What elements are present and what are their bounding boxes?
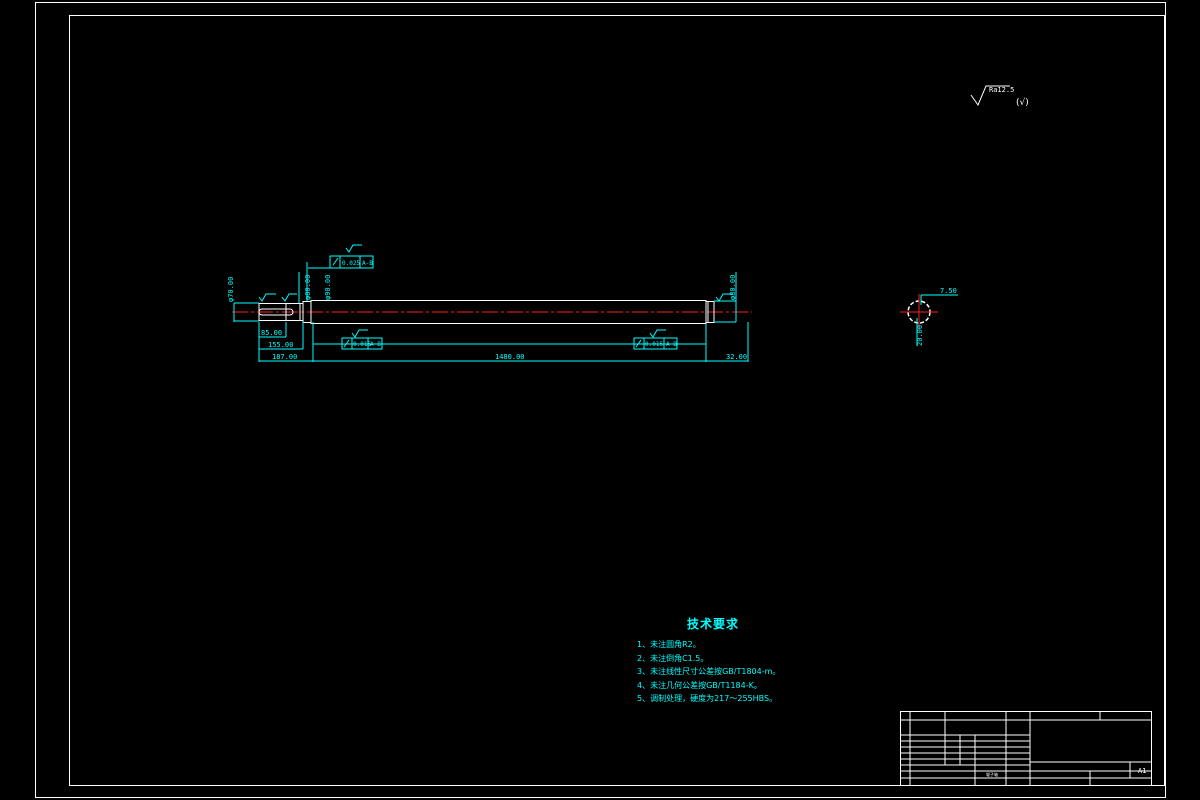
dim-85: 85.00 (261, 329, 282, 337)
section-view (900, 294, 958, 346)
tech-req-item-2: 2、未注倒角C1.5。 (637, 653, 709, 663)
cad-drawing: Ra12.5 (√) φ70.00 φ80.00 φ90.00 φ80.00 8… (35, 2, 1166, 798)
dim-phi80-right: φ80.00 (729, 275, 737, 300)
tech-req-item-1: 1、未注圆角R2。 (637, 640, 701, 649)
dim-187: 187.00 (272, 353, 297, 361)
dim-phi80-left: φ80.00 (304, 275, 312, 300)
dim-key-width: 7.50 (940, 287, 957, 295)
tech-req-item-5: 5、调制处理，硬度为217～255HBS。 (637, 694, 778, 703)
tolerance-right-value: 0.015 (645, 341, 663, 348)
dim-1480: 1480.00 (495, 353, 525, 361)
tech-req-item-3: 3、未注线性尺寸公差按GB/T1804-m。 (637, 667, 781, 676)
technical-requirements-title: 技术要求 (687, 617, 740, 631)
dim-phi70: φ70.00 (227, 277, 235, 302)
dim-155: 155.00 (268, 341, 293, 349)
tolerance-mid-datum: A-B (370, 341, 381, 348)
technical-requirements: 技术要求 1、未注圆角R2。 2、未注倒角C1.5。 3、未注线性尺寸公差按GB… (637, 615, 780, 706)
roughness-other: (√) (1016, 97, 1029, 108)
dim-key-depth: 20.00 (916, 325, 924, 346)
inner-frame (69, 15, 1165, 786)
title-block-sheet-size: A1 (1138, 767, 1146, 775)
title-block (900, 711, 1152, 786)
title-block-drawing-name: 辊子轴 (986, 771, 998, 777)
roughness-value: Ra12.5 (989, 86, 1014, 94)
tolerance-top-datum: A-B (362, 260, 373, 267)
dim-phi90: φ90.00 (324, 275, 332, 300)
tolerance-right-datum: A-B (666, 341, 677, 348)
dim-32: 32.00 (726, 353, 747, 361)
tolerance-top-value: 0.025 (342, 260, 360, 267)
tech-req-item-4: 4、未注几何公差按GB/T1184-K。 (637, 680, 762, 690)
outer-border (35, 2, 1166, 798)
tolerance-mid-value: 0.015 (353, 341, 371, 348)
